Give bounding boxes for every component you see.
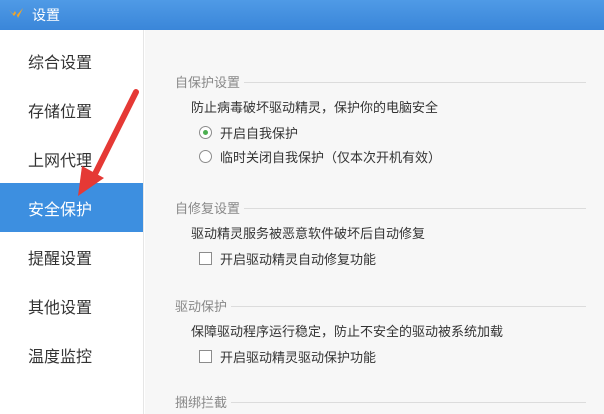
radio-checked-icon[interactable] [199,125,212,139]
radio-label: 临时关闭自我保护（仅本次开机有效） [220,150,442,166]
checkbox-driver-protect[interactable]: 开启驱动精灵驱动保护功能 [199,344,604,368]
section-title: 捆绑拦截 [175,392,232,411]
radio-unchecked-icon[interactable] [199,149,212,163]
sidebar-item-security[interactable]: 安全保护 [0,183,143,232]
section-self-repair: 自修复设置 驱动精灵服务被恶意软件破坏后自动修复 开启驱动精灵自动修复功能 [145,198,604,270]
checkbox-label: 开启驱动精灵自动修复功能 [220,252,377,268]
section-description: 驱动精灵服务被恶意软件破坏后自动修复 [191,227,426,242]
checkbox-icon[interactable] [199,251,212,265]
radio-enable-self-protect[interactable]: 开启自我保护 [199,120,604,144]
title-bar: 设置 [0,0,604,30]
sidebar-item-general[interactable]: 综合设置 [0,36,143,85]
section-self-protect: 自保护设置 防止病毒破坏驱动精灵，保护你的电脑安全 开启自我保护 临时关闭自我保… [145,72,604,168]
window-title: 设置 [32,8,60,24]
sidebar-item-other[interactable]: 其他设置 [0,281,143,330]
section-title: 自修复设置 [175,198,245,217]
section-driver-protect: 驱动保护 保障驱动程序运行稳定，防止不安全的驱动被系统加载 开启驱动精灵驱动保护… [145,296,604,368]
radio-label: 开启自我保护 [220,126,299,142]
section-description: 保障驱动程序运行稳定，防止不安全的驱动被系统加载 [191,325,504,340]
checkbox-auto-repair[interactable]: 开启驱动精灵自动修复功能 [199,246,604,270]
sidebar: 综合设置 存储位置 上网代理 安全保护 提醒设置 其他设置 温度监控 [0,30,144,414]
checkbox-icon[interactable] [199,349,212,363]
radio-temp-disable-self-protect[interactable]: 临时关闭自我保护（仅本次开机有效） [199,144,604,168]
settings-panel: 自保护设置 防止病毒破坏驱动精灵，保护你的电脑安全 开启自我保护 临时关闭自我保… [145,30,604,414]
section-divider [175,402,586,403]
app-logo-icon [8,7,24,23]
checkbox-label: 开启驱动精灵驱动保护功能 [220,350,377,366]
section-bundle-block: 捆绑拦截 [145,392,604,412]
sidebar-item-proxy[interactable]: 上网代理 [0,134,143,183]
section-description: 防止病毒破坏驱动精灵，保护你的电脑安全 [191,101,439,116]
sidebar-item-reminder[interactable]: 提醒设置 [0,232,143,281]
section-title: 驱动保护 [175,296,232,315]
section-title: 自保护设置 [175,72,245,91]
sidebar-item-temperature[interactable]: 温度监控 [0,330,143,379]
section-divider [175,306,586,307]
sidebar-item-storage[interactable]: 存储位置 [0,85,143,134]
